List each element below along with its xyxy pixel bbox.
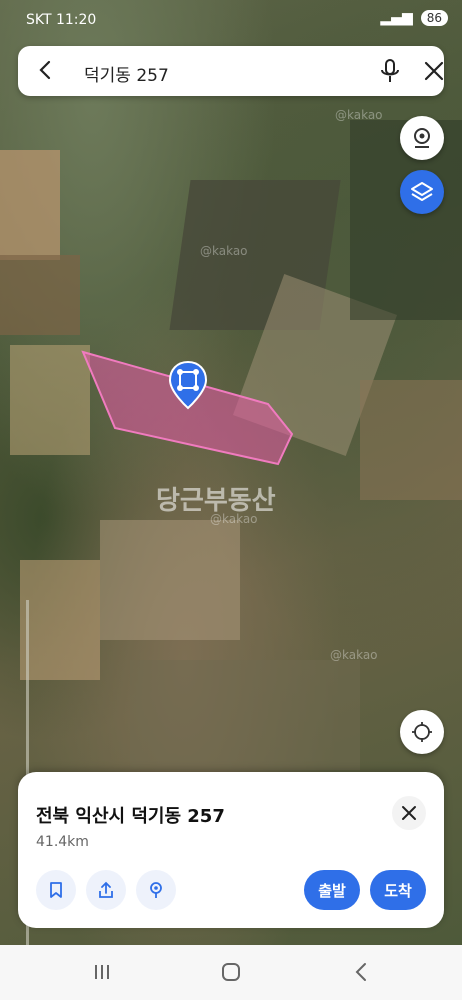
recent-apps-icon[interactable]: [90, 961, 114, 983]
street-view-button[interactable]: [400, 116, 444, 160]
kakao-watermark: @kakao: [200, 244, 248, 258]
crosshair-icon: [412, 722, 432, 742]
bookmark-button[interactable]: [36, 870, 76, 910]
mic-icon[interactable]: [378, 58, 402, 84]
place-info-sheet: 전북 익산시 덕기동 257 41.4km 출발 도착: [18, 772, 444, 928]
status-bar: SKT 11:20 ▂▄▆ 86: [0, 0, 462, 40]
kakao-watermark: @kakao: [335, 108, 383, 122]
share-icon: [99, 881, 113, 898]
home-icon[interactable]: [219, 961, 243, 983]
share-button[interactable]: [86, 870, 126, 910]
back-nav-icon[interactable]: [350, 961, 374, 983]
location-pin-button[interactable]: [136, 870, 176, 910]
search-bar: 덕기동 257: [18, 46, 444, 96]
arrive-button[interactable]: 도착: [370, 870, 426, 910]
back-icon[interactable]: [34, 58, 58, 82]
system-nav-bar: [0, 945, 462, 1000]
bookmark-icon: [50, 882, 62, 898]
close-icon[interactable]: [422, 59, 446, 83]
map-layers-button[interactable]: [400, 170, 444, 214]
signal-icon: ▂▄▆: [380, 10, 413, 26]
place-distance: 41.4km: [36, 834, 89, 850]
status-carrier-time: SKT 11:20: [26, 12, 97, 28]
current-location-button[interactable]: [400, 710, 444, 754]
place-address: 전북 익산시 덕기동 257: [36, 806, 225, 827]
close-sheet-button[interactable]: [392, 796, 426, 830]
search-input[interactable]: 덕기동 257: [84, 61, 169, 86]
battery-indicator: 86: [420, 10, 448, 26]
daangn-watermark: 당근부동산: [156, 486, 276, 516]
location-pin-icon[interactable]: [166, 360, 210, 412]
street-view-icon: [414, 128, 430, 148]
pin-icon: [150, 882, 162, 898]
kakao-watermark: @kakao: [330, 648, 378, 662]
depart-button[interactable]: 출발: [304, 870, 360, 910]
close-icon: [402, 806, 416, 820]
layers-icon: [411, 182, 433, 201]
